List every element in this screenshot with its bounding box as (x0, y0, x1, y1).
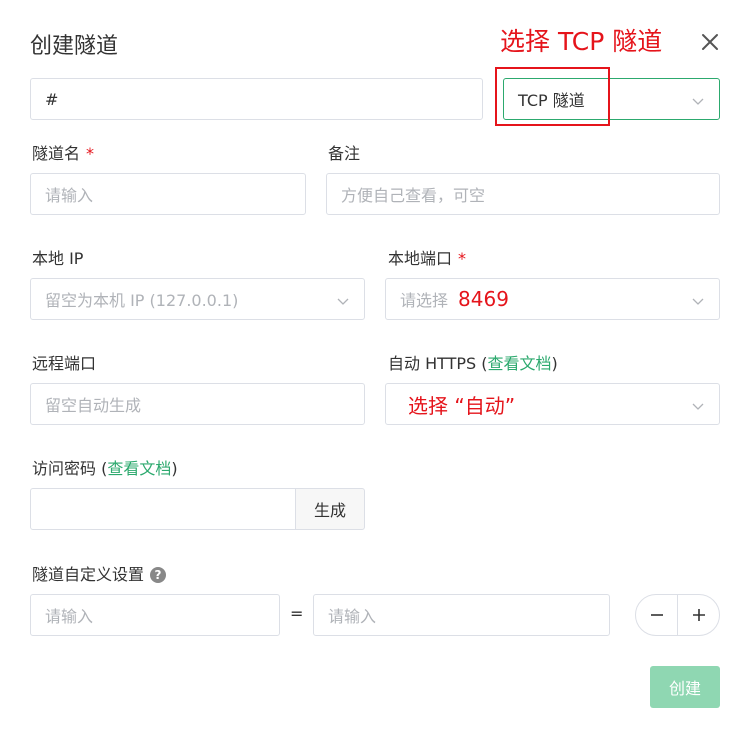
create-tunnel-dialog: 创建隧道 选择 TCP 隧道 # TCP 隧道 隧道名 * 备注 请输入 方便自己… (0, 0, 750, 733)
tunnel-name-label: 隧道名 * (32, 144, 95, 163)
tunnel-name-placeholder: 请输入 (45, 186, 94, 205)
annotation-port: 8469 (458, 287, 509, 311)
remark-input[interactable]: 方便自己查看，可空 (326, 173, 720, 215)
close-icon[interactable] (698, 30, 722, 54)
local-port-select[interactable]: 请选择 8469 (385, 278, 720, 320)
custom-settings-label: 隧道自定义设置? (32, 561, 167, 585)
equals-sign: = (290, 604, 304, 623)
annotation-select-tcp: 选择 TCP 隧道 (500, 27, 663, 56)
remote-port-placeholder: 留空自动生成 (45, 396, 142, 415)
auto-https-select[interactable]: 选择 “自动” (385, 383, 720, 425)
custom-value-input[interactable]: 请输入 (313, 594, 610, 636)
local-ip-select[interactable]: 留空为本机 IP (127.0.0.1) (30, 278, 365, 320)
dialog-title: 创建隧道 (30, 34, 119, 59)
plus-icon[interactable] (677, 595, 719, 635)
remark-label: 备注 (328, 144, 361, 163)
custom-key-input[interactable]: 请输入 (30, 594, 280, 636)
custom-setting-stepper (635, 594, 720, 636)
required-mark: * (458, 249, 467, 268)
node-input-value: # (45, 89, 59, 109)
minus-icon[interactable] (636, 595, 677, 635)
password-doc-link[interactable]: 查看文档 (107, 459, 171, 478)
https-doc-link[interactable]: 查看文档 (488, 354, 552, 373)
custom-key-placeholder: 请输入 (45, 607, 94, 626)
question-icon[interactable]: ? (150, 567, 167, 583)
create-button[interactable]: 创建 (650, 666, 720, 708)
chevron-down-icon (691, 293, 705, 307)
generate-button[interactable]: 生成 (295, 488, 365, 530)
chevron-down-icon (691, 398, 705, 412)
chevron-down-icon (691, 93, 705, 107)
tunnel-name-input[interactable]: 请输入 (30, 173, 306, 215)
tunnel-type-select[interactable]: TCP 隧道 (503, 78, 720, 120)
required-mark: * (86, 144, 95, 163)
chevron-down-icon (336, 293, 350, 307)
auto-https-label: 自动 HTTPS (查看文档) (388, 354, 558, 373)
local-ip-placeholder: 留空为本机 IP (127.0.0.1) (45, 291, 239, 310)
local-port-placeholder: 请选择 (400, 291, 449, 310)
remote-port-input[interactable]: 留空自动生成 (30, 383, 365, 425)
local-port-label: 本地端口 * (388, 249, 467, 268)
access-password-input[interactable] (30, 488, 296, 530)
custom-value-placeholder: 请输入 (328, 607, 377, 626)
access-password-label: 访问密码 (查看文档) (32, 459, 178, 478)
tunnel-type-value: TCP 隧道 (518, 91, 585, 110)
annotation-https: 选择 “自动” (408, 393, 516, 418)
local-ip-label: 本地 IP (32, 249, 84, 268)
remark-placeholder: 方便自己查看，可空 (341, 186, 486, 205)
remote-port-label: 远程端口 (32, 354, 97, 373)
node-input[interactable]: # (30, 78, 483, 120)
